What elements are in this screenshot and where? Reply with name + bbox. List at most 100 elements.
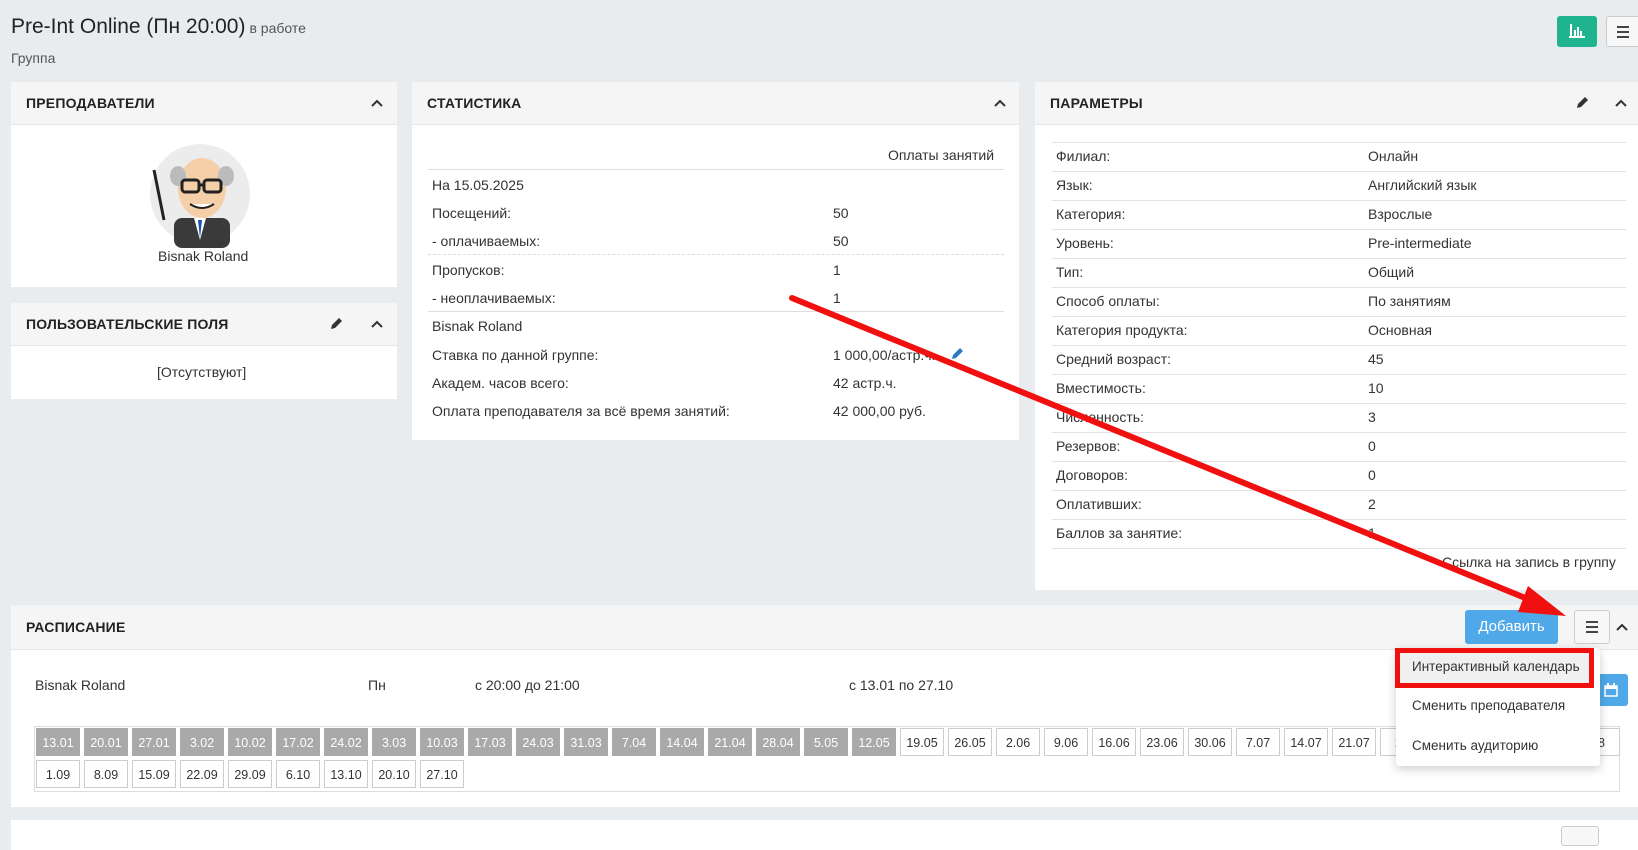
schedule-date[interactable]: 13.01 — [36, 728, 80, 756]
schedule-date[interactable]: 21.07 — [1332, 728, 1376, 756]
schedule-panel-header: РАСПИСАНИЕ — [11, 605, 1638, 650]
schedule-date[interactable]: 20.10 — [372, 760, 416, 788]
param-label: Уровень: — [1056, 235, 1114, 251]
schedule-date[interactable]: 7.04 — [612, 728, 656, 756]
menu-item-interactive-calendar[interactable]: Интерактивный календарь — [1412, 659, 1580, 674]
chevron-up-icon[interactable] — [1615, 98, 1627, 108]
parameters-panel-header: ПАРАМЕТРЫ — [1035, 82, 1638, 125]
schedule-date[interactable]: 17.02 — [276, 728, 320, 756]
stats-row-value: 1 — [833, 290, 841, 306]
param-value: 0 — [1368, 438, 1376, 454]
chevron-up-icon[interactable] — [1616, 622, 1628, 632]
signup-link[interactable]: Ссылка на запись в группу — [1442, 554, 1616, 570]
schedule-date[interactable]: 27.01 — [132, 728, 176, 756]
custom-fields-panel: ПОЛЬЗОВАТЕЛЬСКИЕ ПОЛЯ — [11, 303, 397, 399]
schedule-date[interactable]: 26.05 — [948, 728, 992, 756]
schedule-date[interactable]: 9.06 — [1044, 728, 1088, 756]
param-label: Тип: — [1056, 264, 1084, 280]
param-label: Категория продукта: — [1056, 322, 1188, 338]
pencil-icon[interactable] — [950, 347, 964, 361]
page-title: Pre-Int Online (Пн 20:00) в работе — [11, 15, 306, 39]
statistics-button[interactable] — [1557, 16, 1597, 47]
schedule-date[interactable]: 14.04 — [660, 728, 704, 756]
divider — [1052, 432, 1626, 433]
stats-row-value: 50 — [833, 205, 849, 221]
chevron-up-icon[interactable] — [371, 319, 383, 329]
page-subtitle: Группа — [11, 50, 56, 66]
custom-fields-panel-title: ПОЛЬЗОВАТЕЛЬСКИЕ ПОЛЯ — [26, 316, 229, 332]
schedule-date[interactable]: 28.04 — [756, 728, 800, 756]
schedule-date[interactable]: 31.03 — [564, 728, 608, 756]
schedule-date[interactable]: 24.02 — [324, 728, 368, 756]
stats-row-label: Пропусков: — [432, 262, 505, 278]
stats-teacher-row-value: 42 астр.ч. — [833, 375, 897, 391]
schedule-date[interactable]: 23.06 — [1140, 728, 1184, 756]
divider — [1052, 229, 1626, 230]
statistics-panel-header: СТАТИСТИКА — [412, 82, 1019, 125]
schedule-date[interactable]: 10.03 — [420, 728, 464, 756]
schedule-date[interactable]: 21.04 — [708, 728, 752, 756]
param-value[interactable]: Онлайн — [1368, 148, 1418, 164]
teacher-name-link[interactable]: Bisnak Roland — [158, 248, 248, 264]
teacher-avatar[interactable] — [146, 140, 254, 248]
param-value: 10 — [1368, 380, 1384, 396]
pencil-icon[interactable] — [1575, 96, 1589, 110]
schedule-date[interactable]: 12.05 — [852, 728, 896, 756]
param-label: Вместимость: — [1056, 380, 1146, 396]
payments-link[interactable]: Оплаты занятий — [888, 147, 994, 163]
schedule-date[interactable]: 29.09 — [228, 760, 272, 788]
add-schedule-button[interactable]: Добавить — [1465, 610, 1558, 644]
divider — [1052, 287, 1626, 288]
schedule-date[interactable]: 24.03 — [516, 728, 560, 756]
param-label: Численность: — [1056, 409, 1144, 425]
schedule-date[interactable]: 6.10 — [276, 760, 320, 788]
schedule-date[interactable]: 3.02 — [180, 728, 224, 756]
param-value[interactable]: 0 — [1368, 467, 1376, 483]
schedule-date[interactable]: 10.02 — [228, 728, 272, 756]
stats-row-label: Посещений: — [432, 205, 512, 221]
param-label: Баллов за занятие: — [1056, 525, 1183, 541]
param-label: Оплативших: — [1056, 496, 1142, 512]
schedule-teacher-link[interactable]: Bisnak Roland — [35, 677, 125, 693]
schedule-date[interactable]: 22.09 — [180, 760, 224, 788]
schedule-menu-button[interactable] — [1574, 610, 1610, 644]
divider — [1052, 548, 1626, 549]
schedule-date[interactable]: 20.01 — [84, 728, 128, 756]
divider — [1052, 142, 1626, 143]
divider — [1052, 345, 1626, 346]
stats-teacher-row-value: 1 000,00/астр.ч. — [833, 347, 936, 363]
students-menu-button[interactable] — [1561, 826, 1599, 846]
chevron-up-icon[interactable] — [994, 98, 1006, 108]
divider — [1052, 316, 1626, 317]
stats-teacher-row-label: Оплата преподавателя за всё время заняти… — [432, 403, 730, 419]
pencil-icon[interactable] — [329, 317, 343, 331]
schedule-date[interactable]: 19.05 — [900, 728, 944, 756]
schedule-date[interactable]: 16.06 — [1092, 728, 1136, 756]
schedule-date[interactable]: 5.05 — [804, 728, 848, 756]
schedule-date[interactable]: 14.07 — [1284, 728, 1328, 756]
bar-chart-icon — [1569, 24, 1585, 38]
chevron-up-icon[interactable] — [371, 98, 383, 108]
students-panel — [11, 820, 1638, 850]
schedule-time: с 20:00 до 21:00 — [475, 677, 580, 693]
schedule-date[interactable]: 15.09 — [132, 760, 176, 788]
top-menu-button[interactable] — [1606, 16, 1638, 47]
schedule-date[interactable]: 3.03 — [372, 728, 416, 756]
param-label: Филиал: — [1056, 148, 1111, 164]
schedule-date[interactable]: 27.10 — [420, 760, 464, 788]
param-value: 1 — [1368, 525, 1376, 541]
menu-item-change-room[interactable]: Сменить аудиторию — [1412, 738, 1538, 753]
schedule-date[interactable]: 30.06 — [1188, 728, 1232, 756]
schedule-date[interactable]: 13.10 — [324, 760, 368, 788]
schedule-date[interactable]: 2.06 — [996, 728, 1040, 756]
divider — [1052, 490, 1626, 491]
custom-fields-empty: [Отсутствуют] — [157, 364, 247, 380]
schedule-date[interactable]: 8.09 — [84, 760, 128, 788]
schedule-date[interactable]: 1.09 — [36, 760, 80, 788]
schedule-date[interactable]: 7.07 — [1236, 728, 1280, 756]
stats-teacher-row-value: 42 000,00 руб. — [833, 403, 926, 419]
schedule-date[interactable]: 17.03 — [468, 728, 512, 756]
stats-teacher-link[interactable]: Bisnak Roland — [432, 318, 522, 334]
menu-item-change-teacher[interactable]: Сменить преподавателя — [1412, 698, 1565, 713]
param-label: Средний возраст: — [1056, 351, 1172, 367]
